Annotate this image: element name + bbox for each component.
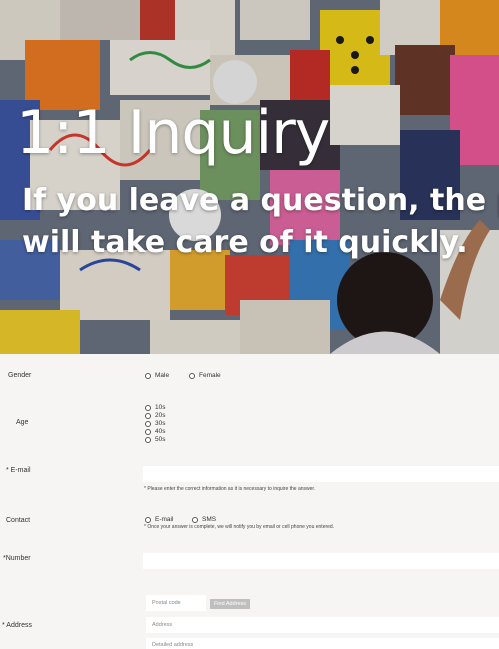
contact-radio-email[interactable]: E-mail bbox=[145, 516, 173, 523]
radio-circle-icon bbox=[145, 404, 151, 411]
age-label: Age bbox=[16, 419, 29, 426]
age-radio-20s[interactable]: 20s bbox=[145, 412, 165, 419]
gender-radio-male[interactable]: Male bbox=[145, 372, 169, 379]
radio-circle-icon bbox=[145, 428, 151, 435]
detailed-address-placeholder: Detailed address bbox=[152, 642, 194, 648]
email-hint: * Please enter the correct information a… bbox=[144, 486, 316, 492]
address-label: * Address bbox=[2, 622, 32, 629]
contact-radio-sms[interactable]: SMS bbox=[192, 516, 216, 523]
hero-background-image bbox=[0, 0, 499, 354]
radio-circle-icon bbox=[192, 516, 198, 523]
email-field[interactable] bbox=[143, 466, 499, 482]
contact-label: Contact bbox=[6, 517, 31, 524]
page-title: 1:1 Inquiry bbox=[16, 98, 330, 168]
number-field[interactable] bbox=[143, 553, 499, 569]
age-radio-30s[interactable]: 30s bbox=[145, 420, 165, 427]
age-radio-10s[interactable]: 10s bbox=[145, 404, 165, 411]
hero-banner: 1:1 Inquiry If you leave a question, the… bbox=[0, 0, 499, 354]
contact-hint: * Once your answer is complete, we will … bbox=[144, 524, 335, 530]
age-radio-40s[interactable]: 40s bbox=[145, 428, 165, 435]
number-label: *Number bbox=[3, 555, 31, 562]
age-radio-50s[interactable]: 50s bbox=[145, 436, 165, 443]
radio-circle-icon bbox=[145, 372, 151, 379]
inquiry-form: Gender Male Female Age 10s 20s 30s 40s 5… bbox=[0, 354, 499, 649]
radio-circle-icon bbox=[145, 516, 151, 523]
address-placeholder: Address bbox=[152, 622, 173, 628]
subtitle-line-2: will take care of it quickly. bbox=[22, 225, 468, 260]
radio-circle-icon bbox=[145, 420, 151, 427]
radio-circle-icon bbox=[145, 436, 151, 443]
subtitle-line-1: If you leave a question, the person in c… bbox=[22, 183, 499, 218]
gender-radio-female[interactable]: Female bbox=[189, 372, 221, 379]
radio-circle-icon bbox=[189, 372, 195, 379]
address-field[interactable] bbox=[146, 617, 499, 633]
radio-circle-icon bbox=[145, 412, 151, 419]
page-subtitle: If you leave a question, the person in c… bbox=[22, 180, 499, 264]
email-label: * E-mail bbox=[6, 467, 31, 474]
find-address-button[interactable]: Find Address bbox=[210, 599, 250, 609]
gender-label: Gender bbox=[8, 372, 32, 379]
postal-code-placeholder: Postal code bbox=[152, 600, 181, 606]
detailed-address-field[interactable] bbox=[146, 638, 499, 649]
